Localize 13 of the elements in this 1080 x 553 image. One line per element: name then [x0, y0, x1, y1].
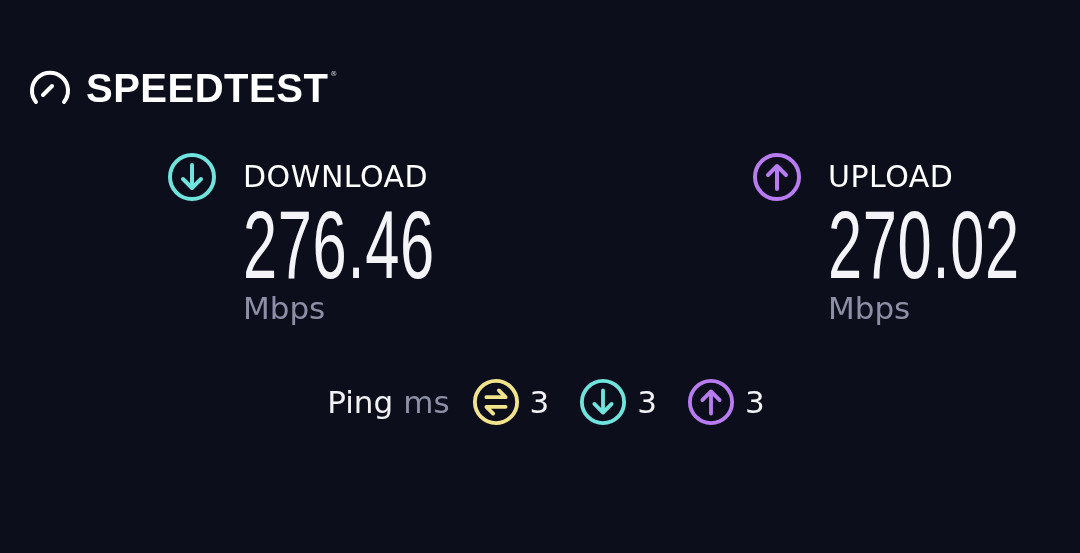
speed-value: 276.46 [243, 202, 435, 288]
ping-unit: ms [403, 384, 450, 420]
metric-label: UPLOAD [828, 158, 954, 196]
ping-value: 3 [745, 384, 765, 420]
unit-label: Mbps [828, 289, 911, 328]
ping-value: 3 [529, 384, 550, 420]
metric-label: DOWNLOAD [243, 158, 429, 196]
speedometer-icon [28, 70, 72, 106]
speed-value: 270.02 [828, 202, 1020, 288]
unit-label: Mbps [243, 289, 326, 328]
ping-label: Ping [327, 384, 394, 420]
logo-text: SPEEDTEST [86, 65, 329, 111]
ping-value: 3 [637, 384, 657, 420]
